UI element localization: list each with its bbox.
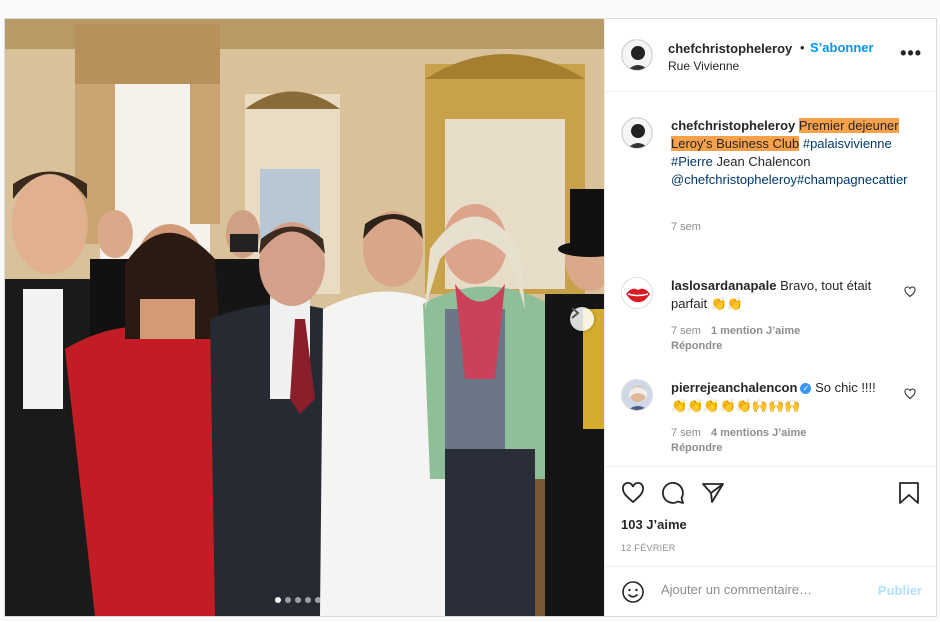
caption-username[interactable]: chefchristopheleroy <box>671 118 795 133</box>
post-location[interactable]: Rue Vivienne <box>668 59 739 73</box>
more-options-icon[interactable]: ••• <box>900 43 922 64</box>
post-actions: 103 J’aime 12 FÉVRIER <box>605 466 936 567</box>
avatar-image <box>622 380 652 410</box>
post-date[interactable]: 12 FÉVRIER <box>621 543 676 553</box>
comment-meta: 7 sem 1 mention J’aime <box>671 325 800 337</box>
hashtag-link[interactable]: #champagnecattier <box>797 172 908 187</box>
avatar-image <box>622 40 652 70</box>
share-button[interactable] <box>701 481 725 510</box>
comment-timestamp[interactable]: 7 sem <box>671 427 701 439</box>
carousel-dot <box>295 597 301 603</box>
author-username[interactable]: chefchristopheleroy <box>668 41 792 56</box>
lips-logo-icon <box>622 278 652 308</box>
comment-body: pierrejeanchalencon ✓ So chic !!!! 👏👏👏👏👏🙌… <box>671 379 891 415</box>
reply-button[interactable]: Répondre <box>671 442 722 454</box>
commenter-avatar[interactable] <box>621 379 653 411</box>
heart-icon <box>622 482 644 504</box>
publish-button[interactable]: Publier <box>878 583 922 598</box>
likes-count[interactable]: 103 J’aime <box>621 517 687 532</box>
emoji-picker-button[interactable] <box>621 580 645 609</box>
post-header: chefchristopheleroy • S’abonner Rue Vivi… <box>605 19 936 92</box>
commenter-avatar[interactable] <box>621 277 653 309</box>
heart-icon <box>904 286 916 298</box>
post-sidebar: chefchristopheleroy • S’abonner Rue Vivi… <box>604 19 936 616</box>
like-button[interactable] <box>621 481 645 510</box>
carousel-dot <box>275 597 281 603</box>
caption-text: Jean Chalencon <box>716 154 811 169</box>
mention-link[interactable]: @chefchristopheleroy <box>671 172 797 187</box>
carousel-indicator <box>275 597 321 603</box>
author-avatar[interactable] <box>621 39 653 71</box>
carousel-dot <box>315 597 321 603</box>
comment-bubble-icon <box>662 482 684 504</box>
follow-button[interactable]: S’abonner <box>810 40 874 55</box>
comment-body: laslosardanapale Bravo, tout était parfa… <box>671 277 891 313</box>
comment-likes[interactable]: 1 mention J’aime <box>711 325 800 337</box>
comment-input[interactable] <box>659 581 863 598</box>
comment-meta: 7 sem 4 mentions J’aime <box>671 427 806 439</box>
heart-icon <box>904 388 916 400</box>
hashtag-link[interactable]: #Pierre <box>671 154 713 169</box>
caption-timestamp[interactable]: 7 sem <box>671 221 701 233</box>
caption-avatar[interactable] <box>621 117 653 149</box>
bookmark-icon <box>899 482 919 504</box>
post-photo[interactable] <box>5 19 604 616</box>
comment-composer: Publier <box>605 566 936 617</box>
carousel-dot <box>305 597 311 603</box>
verified-badge-icon: ✓ <box>800 383 812 395</box>
chevron-right-icon <box>571 307 580 319</box>
paper-plane-icon <box>702 483 724 503</box>
comment-timestamp[interactable]: 7 sem <box>671 325 701 337</box>
save-button[interactable] <box>898 481 920 510</box>
like-comment-heart-icon[interactable] <box>904 285 916 303</box>
post-caption: chefchristopheleroy Premier dejeuner Ler… <box>671 117 911 189</box>
reply-button[interactable]: Répondre <box>671 340 722 352</box>
header-separator: • <box>800 40 805 55</box>
photo-illustration <box>5 19 604 616</box>
commenter-username[interactable]: laslosardanapale <box>671 278 777 293</box>
carousel-next-button[interactable] <box>570 307 594 331</box>
smiley-icon <box>622 581 644 603</box>
comment-button[interactable] <box>661 481 685 510</box>
hashtag-link[interactable]: #palaisvivienne <box>803 136 892 151</box>
commenter-username[interactable]: pierrejeanchalencon <box>671 380 797 395</box>
avatar-image <box>622 118 652 148</box>
comments-section[interactable]: chefchristopheleroy Premier dejeuner Ler… <box>605 91 936 466</box>
like-comment-heart-icon[interactable] <box>904 387 916 405</box>
carousel-dot <box>285 597 291 603</box>
comment-likes[interactable]: 4 mentions J’aime <box>711 427 806 439</box>
post-modal: chefchristopheleroy • S’abonner Rue Vivi… <box>4 18 937 617</box>
